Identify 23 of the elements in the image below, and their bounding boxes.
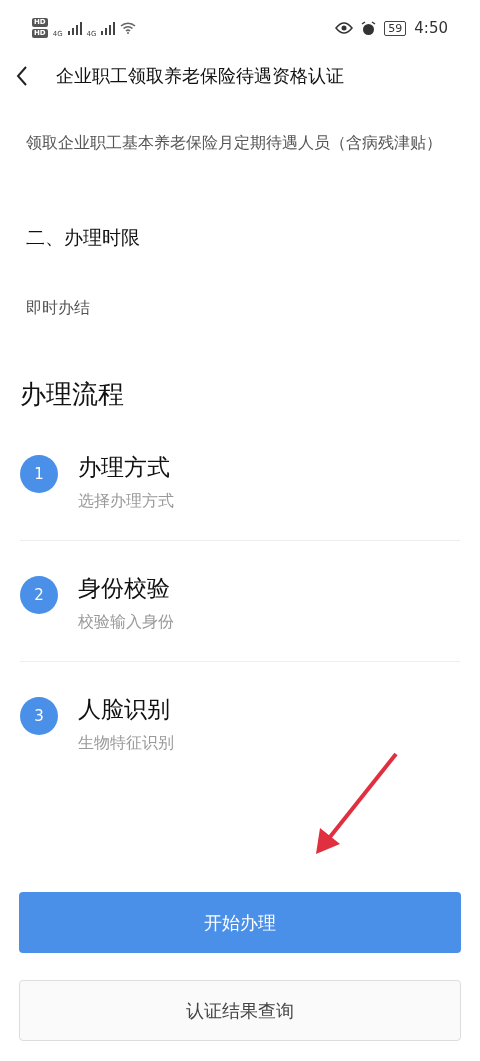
step-subtitle: 选择办理方式 <box>78 491 174 512</box>
status-time: 4:50 <box>414 19 448 37</box>
process-title: 办理流程 <box>19 378 125 411</box>
step-number: 2 <box>20 576 58 614</box>
back-icon[interactable] <box>16 66 28 86</box>
wifi-icon <box>120 22 137 34</box>
signal-icon <box>101 21 116 35</box>
step-number: 1 <box>20 455 58 493</box>
battery-level: 59 <box>384 20 407 36</box>
section-heading: 二、办理时限 <box>25 225 141 250</box>
section-text: 即时办结 <box>25 297 91 319</box>
step-title: 办理方式 <box>78 453 171 482</box>
alarm-icon <box>361 20 377 36</box>
signal-icon <box>67 21 82 35</box>
query-button[interactable]: 认证结果查询 <box>19 980 461 1041</box>
eye-icon <box>335 22 354 34</box>
step-number: 3 <box>20 697 58 735</box>
page-title: 企业职工领取养老保险待遇资格认证 <box>56 64 344 88</box>
section-text: 领取企业职工基本养老保险月定期待遇人员（含病残津贴） <box>25 132 443 154</box>
step-title: 人脸识别 <box>78 695 171 724</box>
step-title: 身份校验 <box>78 574 171 603</box>
step-subtitle: 生物特征识别 <box>78 733 174 754</box>
step-subtitle: 校验输入身份 <box>78 612 174 633</box>
